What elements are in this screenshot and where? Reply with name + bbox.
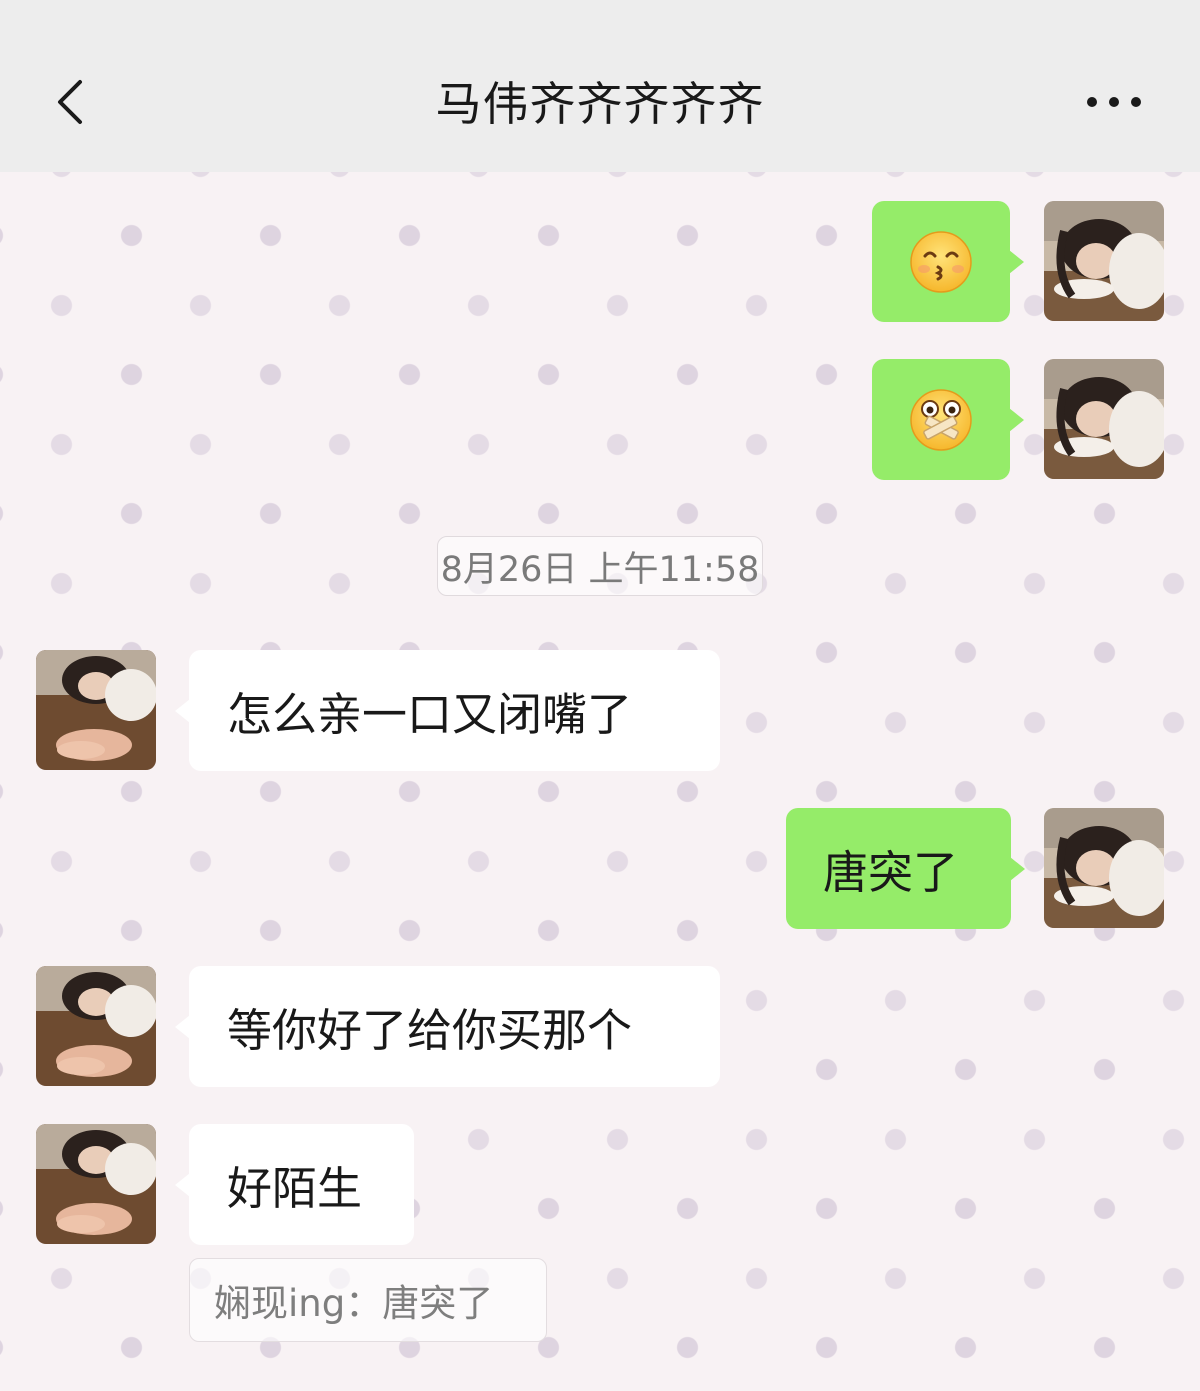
- my-avatar[interactable]: [1044, 808, 1164, 928]
- message-text: 好陌生: [227, 1162, 363, 1215]
- message-bubble-text[interactable]: 怎么亲一口又闭嘴了: [175, 650, 720, 771]
- kissing-face-emoji: [910, 230, 972, 293]
- quoted-text: 娴现ing：唐突了: [214, 1282, 494, 1325]
- message-bubble-text[interactable]: 等你好了给你买那个: [175, 966, 720, 1087]
- my-avatar[interactable]: [1044, 359, 1164, 479]
- message-text: 唐突了: [823, 846, 959, 899]
- message-bubble-emoji[interactable]: [872, 359, 1024, 480]
- chat-header: 马伟齐齐齐齐齐: [0, 0, 1200, 172]
- message-text: 等你好了给你买那个: [227, 1004, 633, 1057]
- timestamp-label: 8月26日 上午11:58: [437, 536, 763, 596]
- contact-avatar[interactable]: [36, 650, 156, 770]
- message-bubble-emoji[interactable]: [872, 201, 1024, 322]
- message-text: 怎么亲一口又闭嘴了: [227, 688, 633, 741]
- zipped-mouth-surprised-emoji: [910, 388, 972, 451]
- more-dots-icon[interactable]: [1084, 94, 1144, 110]
- message-bubble-text[interactable]: 唐突了: [786, 808, 1025, 929]
- chat-title: 马伟齐齐齐齐齐: [435, 77, 765, 131]
- contact-avatar[interactable]: [36, 1124, 156, 1244]
- quoted-message[interactable]: 娴现ing：唐突了: [189, 1258, 547, 1342]
- my-avatar[interactable]: [1044, 201, 1164, 321]
- contact-avatar[interactable]: [36, 966, 156, 1086]
- message-bubble-text[interactable]: 好陌生: [175, 1124, 414, 1245]
